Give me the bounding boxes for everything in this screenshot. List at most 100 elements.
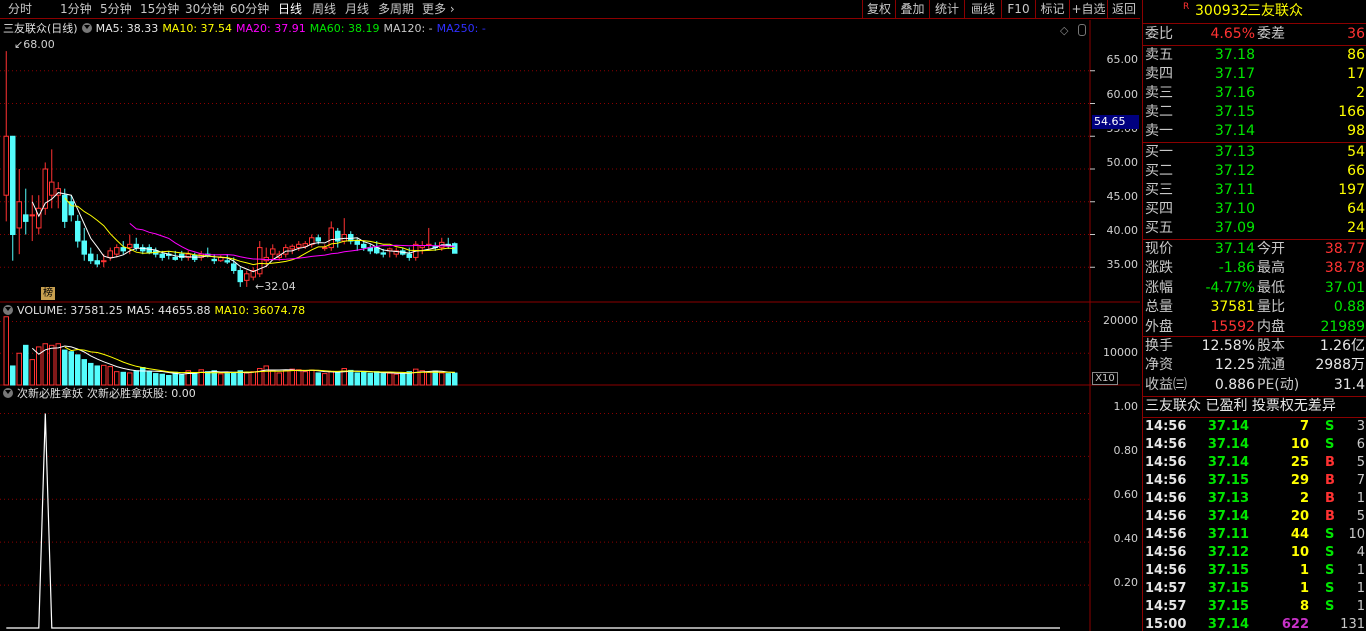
quote-value: 37.14 (1214, 241, 1255, 257)
period-tab-60min[interactable]: 60分钟 (230, 2, 269, 16)
tick-price: 37.12 (1207, 545, 1249, 560)
mark-button[interactable]: 标记 (1035, 0, 1069, 19)
bid-label: 买四 (1145, 201, 1173, 217)
fund-row: 收益㈢ 0.886 PE(动) 31.4 (1143, 376, 1366, 395)
fund-label: 换手 (1145, 338, 1173, 354)
ask-price: 37.18 (1214, 47, 1255, 63)
stock-name: 三友联众 (1247, 3, 1303, 19)
quote-value: 0.88 (1333, 299, 1365, 316)
ask-row[interactable]: 卖五 37.18 86 (1143, 46, 1366, 65)
kline-title: 三友联众(日线) (3, 22, 78, 35)
period-tab-weekly[interactable]: 周线 (312, 2, 336, 16)
period-tab-multi[interactable]: 多周期 (378, 2, 414, 16)
tick-price: 37.14 (1207, 509, 1249, 524)
bid-row[interactable]: 买三 37.11 197 (1143, 181, 1366, 200)
volume-bar (179, 374, 185, 386)
stock-tags-text: 三友联众 已盈利 投票权无差异 (1145, 398, 1336, 414)
f10-button[interactable]: F10 (1001, 0, 1035, 19)
weibi-value: 4.65% (1210, 26, 1255, 42)
ask-price: 37.15 (1214, 104, 1255, 120)
tick-volume: 2 (1299, 491, 1309, 506)
tick-side: S (1325, 437, 1335, 452)
volume-bar (452, 372, 458, 386)
ma5-line (31, 192, 455, 273)
weibi-label: 委比 (1145, 26, 1173, 42)
candle-body (36, 207, 42, 229)
period-tab-5min[interactable]: 5分钟 (100, 2, 132, 16)
tick-time: 14:57 (1145, 581, 1187, 596)
candle-body (133, 243, 139, 249)
bid-row[interactable]: 买四 37.10 64 (1143, 200, 1366, 219)
fund-row: 净资 12.25 流通 2988万 (1143, 356, 1366, 375)
candle-body (406, 253, 412, 258)
back-button[interactable]: 返回 (1107, 0, 1140, 19)
overlay-button[interactable]: 叠加 (895, 0, 929, 19)
bid-label: 买三 (1145, 182, 1173, 198)
tick-price: 37.15 (1207, 581, 1249, 596)
tick-row: 14:56 37.15 29 B 7 (1143, 472, 1366, 490)
tick-price: 37.14 (1207, 437, 1249, 452)
candle-body (380, 252, 386, 255)
volume-bar (16, 352, 22, 386)
tick-price: 37.15 (1207, 473, 1249, 488)
chart-area[interactable]: 三友联众(日线) MA5: 38.33 MA10: 37.54 MA20: 37.91… (0, 20, 1140, 631)
tick-price: 37.13 (1207, 491, 1249, 506)
ranking-marker[interactable]: 榜 (41, 287, 55, 300)
ask-row[interactable]: 卖三 37.16 2 (1143, 84, 1366, 103)
tick-volume: 622 (1281, 617, 1309, 631)
add-watchlist-button[interactable]: +自选 (1069, 0, 1107, 19)
tick-count: 1 (1356, 563, 1365, 578)
tick-volume: 8 (1299, 599, 1309, 614)
fuquan-button[interactable]: 复权 (862, 0, 895, 19)
tick-row: 14:56 37.11 44 S 10 (1143, 526, 1366, 544)
diamond-icon[interactable]: ◇ (1060, 24, 1068, 37)
dropdown-circle-icon[interactable] (3, 388, 13, 398)
bid-label: 买五 (1145, 220, 1173, 236)
volume-bar (205, 371, 211, 386)
ma120-label: MA120: - (383, 22, 433, 35)
price-axis-tick: 50.00 (1106, 156, 1139, 169)
volume-bar (192, 373, 198, 386)
period-tab-1min[interactable]: 1分钟 (60, 2, 92, 16)
ask-row[interactable]: 卖一 37.14 98 (1143, 122, 1366, 141)
bid-row[interactable]: 买五 37.09 24 (1143, 219, 1366, 238)
period-tab-daily[interactable]: 日线 (278, 2, 302, 16)
kline-chart-svg[interactable] (0, 20, 1140, 631)
tick-row: 14:56 37.14 10 S 6 (1143, 436, 1366, 454)
indicator-axis-tick: 0.20 (1113, 576, 1139, 589)
ask-volume: 2 (1356, 85, 1365, 101)
quote-label: 外盘 (1145, 318, 1173, 335)
price-axis-tick: 45.00 (1106, 190, 1139, 203)
dropdown-circle-icon[interactable] (81, 23, 92, 33)
volume-bar (153, 373, 159, 386)
quote-value: 38.78 (1324, 260, 1365, 277)
weicha-label: 委差 (1257, 26, 1285, 42)
volume-axis-tick: 20000 (1103, 314, 1138, 327)
period-tab-fenshi[interactable]: 分时 (8, 2, 32, 16)
bid-row[interactable]: 买一 37.13 54 (1143, 143, 1366, 162)
dropdown-circle-icon[interactable] (3, 305, 13, 315)
tick-volume: 44 (1290, 527, 1309, 542)
candle-body (315, 237, 321, 242)
period-tab-15min[interactable]: 15分钟 (140, 2, 179, 16)
tick-side: B (1325, 455, 1335, 470)
tick-count: 6 (1356, 437, 1365, 452)
scroll-toggle-icon[interactable] (1078, 24, 1086, 36)
volume-bar (270, 370, 276, 386)
volume-bar (445, 373, 451, 386)
tick-volume: 20 (1290, 509, 1309, 524)
fund-label: PE(动) (1257, 376, 1300, 393)
period-tab-more[interactable]: 更多 › (422, 2, 455, 16)
volume-bar (315, 372, 321, 386)
candle-body (120, 247, 126, 252)
period-tab-monthly[interactable]: 月线 (345, 2, 369, 16)
bid-row[interactable]: 买二 37.12 66 (1143, 162, 1366, 181)
bid-price: 37.12 (1214, 163, 1255, 179)
ask-row[interactable]: 卖四 37.17 17 (1143, 65, 1366, 84)
candle-body (23, 214, 29, 222)
draw-button[interactable]: 画线 (964, 0, 1001, 19)
stats-button[interactable]: 统计 (929, 0, 964, 19)
ask-row[interactable]: 卖二 37.15 166 (1143, 103, 1366, 122)
tick-time: 14:56 (1145, 527, 1187, 542)
period-tab-30min[interactable]: 30分钟 (185, 2, 224, 16)
